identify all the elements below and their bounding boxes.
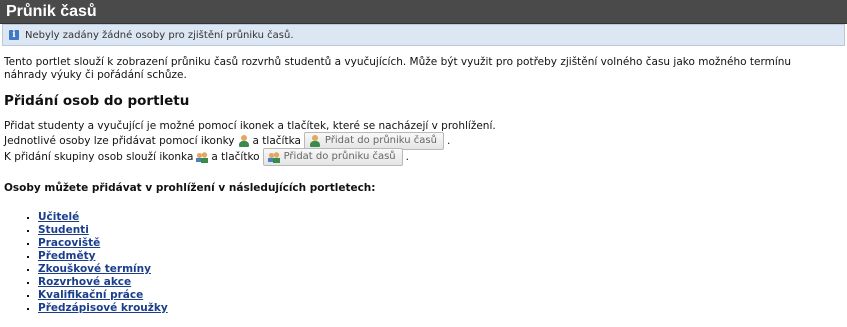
add-section-heading: Přidání osob do portletu bbox=[4, 93, 190, 109]
add-line-3-middle: a tlačítko bbox=[211, 151, 260, 163]
portlet-link-list: Učitelé Studenti Pracoviště Předměty Zko… bbox=[4, 211, 843, 315]
info-message-text: Nebyly zadány žádné osoby pro zjištění p… bbox=[25, 29, 294, 41]
list-item: Učitelé bbox=[38, 211, 843, 224]
add-line-3-text: K přidání skupiny osob slouží ikonka bbox=[4, 151, 194, 163]
add-line-2: Jednotlivé osoby lze přidávat pomocí iko… bbox=[4, 132, 843, 150]
add-line-1: Přidat studenty a vyučující je možné pom… bbox=[4, 120, 496, 132]
list-item: Rozvrhové akce bbox=[38, 276, 843, 289]
persons-heading: Osoby můžete přidávat v prohlížení v nás… bbox=[4, 182, 376, 194]
link-rozvrhove-akce[interactable]: Rozvrhové akce bbox=[38, 276, 131, 288]
button-label: Přidat do průniku časů bbox=[283, 151, 396, 162]
add-group-icon bbox=[196, 151, 209, 163]
add-person-icon bbox=[238, 135, 250, 147]
period: . bbox=[405, 151, 409, 163]
info-message-bar: i Nebyly zadány žádné osoby pro zjištění… bbox=[2, 24, 845, 46]
link-predmety[interactable]: Předměty bbox=[38, 250, 95, 262]
portlet-title: Průnik časů bbox=[0, 0, 847, 24]
info-icon: i bbox=[9, 30, 19, 40]
link-studenti[interactable]: Studenti bbox=[38, 224, 89, 236]
list-item: Studenti bbox=[38, 224, 843, 237]
link-ucitele[interactable]: Učitelé bbox=[38, 211, 79, 223]
link-predzapisove-krouzky[interactable]: Předzápisové kroužky bbox=[38, 302, 168, 314]
add-line-2-text: Jednotlivé osoby lze přidávat pomocí iko… bbox=[4, 135, 235, 147]
link-kvalifikacni-prace[interactable]: Kvalifikační práce bbox=[38, 289, 143, 301]
list-item: Předměty bbox=[38, 250, 843, 263]
intro-text: Tento portlet slouží k zobrazení průniku… bbox=[4, 56, 792, 81]
portlet-content: Tento portlet slouží k zobrazení průniku… bbox=[0, 56, 847, 315]
add-line-3: K přidání skupiny osob slouží ikonka a t… bbox=[4, 148, 843, 166]
list-item: Zkouškové termíny bbox=[38, 263, 843, 276]
link-zkouskove-terminy[interactable]: Zkouškové termíny bbox=[38, 263, 151, 275]
add-group-to-intersection-button[interactable]: Přidat do průniku časů bbox=[262, 148, 403, 166]
link-pracoviste[interactable]: Pracoviště bbox=[38, 237, 100, 249]
add-group-icon bbox=[267, 151, 280, 163]
button-label: Přidat do průniku časů bbox=[324, 135, 437, 146]
period: . bbox=[446, 135, 451, 147]
add-person-icon bbox=[309, 135, 321, 147]
list-item: Pracoviště bbox=[38, 237, 843, 250]
list-item: Kvalifikační práce bbox=[38, 289, 843, 302]
add-line-2-middle: a tlačítka bbox=[252, 135, 301, 147]
list-item: Předzápisové kroužky bbox=[38, 302, 843, 315]
